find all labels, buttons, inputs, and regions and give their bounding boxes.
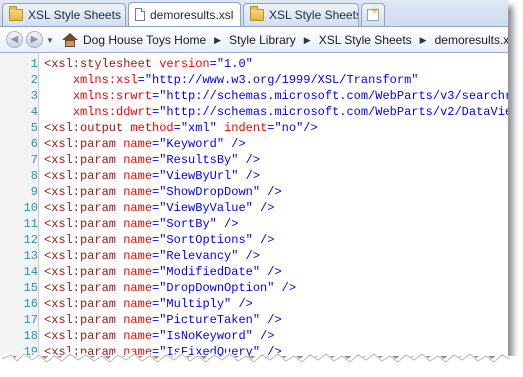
new-tab-button[interactable] [361,3,385,26]
tab-xsl-style-sheets-2[interactable]: XSL Style Sheets [243,3,359,26]
code-text: <xsl:param name="Keyword" /> [44,137,246,151]
line-number: 12 [23,233,38,247]
code-text: <xsl:param name="SortOptions" /> [44,233,275,247]
code-text: <xsl:param name="ShowDropDown" /> [44,185,282,199]
tab-strip: XSL Style Sheets demoresults.xsl XSL Sty… [0,0,508,26]
code-text: <xsl:param name="PictureTaken" /> [44,313,282,327]
code-text: <xsl:param name="Relevancy" /> [44,249,261,263]
line-number: 1 [30,57,38,71]
breadcrumb-separator-icon[interactable]: ▶ [214,35,221,46]
breadcrumb-item-xsl-style-sheets[interactable]: XSL Style Sheets [319,33,412,47]
back-button[interactable]: ◀ [6,31,23,48]
document-icon [135,8,145,21]
code-text: <xsl:param name="ModifiedDate" /> [44,265,282,279]
breadcrumb-item-home[interactable]: Dog House Toys Home [83,33,206,47]
tab-demoresults-xsl[interactable]: demoresults.xsl [128,2,241,26]
line-number: 11 [23,217,38,231]
nav-dropdown-icon[interactable]: ▼ [46,36,54,45]
breadcrumb-item-demoresults[interactable]: demoresults.xsl [435,33,508,47]
code-text: <xsl:param name="ResultsBy" /> [44,153,261,167]
breadcrumb-separator-icon[interactable]: ▶ [304,35,311,46]
line-number: 4 [30,105,38,119]
folder-icon [9,6,23,21]
line-number: 8 [30,169,38,183]
code-text: <xsl:stylesheet version="1.0" [44,57,253,71]
breadcrumb: Dog House Toys Home ▶ Style Library ▶ XS… [62,31,508,49]
code-editor[interactable]: 1 <xsl:stylesheet version="1.0" 2 xmlns:xs… [0,53,508,356]
line-number: 17 [23,313,38,327]
breadcrumb-bar: ◀ ▶ ▼ Dog House Toys Home ▶ Style Librar… [0,26,508,53]
line-number: 10 [23,201,38,215]
code-text: <xsl:param name="Multiply" /> [44,297,253,311]
tab-label: demoresults.xsl [150,7,234,22]
code-text: <xsl:param name="ViewByValue" /> [44,201,275,215]
code-text: <xsl:param name="DropDownOption" /> [44,281,297,295]
breadcrumb-item-style-library[interactable]: Style Library [229,33,296,47]
line-number: 15 [23,281,38,295]
editor-window: XSL Style Sheets demoresults.xsl XSL Sty… [0,0,508,356]
breadcrumb-separator-icon[interactable]: ▶ [420,35,427,46]
code-text: xmlns:xsl="http://www.w3.org/1999/XSL/Tr… [72,73,419,87]
tab-xsl-style-sheets-1[interactable]: XSL Style Sheets [2,3,126,26]
line-number: 5 [30,121,38,135]
code-text: xmlns:srwrt="http://schemas.microsoft.co… [72,89,508,103]
line-number: 9 [30,185,38,199]
folder-icon [250,6,264,21]
line-number: 7 [30,153,38,167]
line-number: 13 [23,249,38,263]
line-number: 6 [30,137,38,151]
code-text: <xsl:param name="SortBy" /> [44,217,239,231]
code-text: <xsl:output method="xml" indent="no"/> [44,121,318,135]
code-text: xmlns:ddwrt="http://schemas.microsoft.co… [72,105,508,119]
forward-button[interactable]: ▶ [26,31,43,48]
tab-label: XSL Style Sheets [269,8,359,22]
tab-label: XSL Style Sheets [28,8,121,22]
home-icon [62,33,78,47]
new-tab-icon [367,6,379,21]
line-number: 16 [23,297,38,311]
code-text: <xsl:param name="ViewByUrl" /> [44,169,261,183]
line-number: 14 [23,265,38,279]
line-number: 3 [30,89,38,103]
torn-edge [0,351,523,377]
line-number: 2 [30,73,38,87]
